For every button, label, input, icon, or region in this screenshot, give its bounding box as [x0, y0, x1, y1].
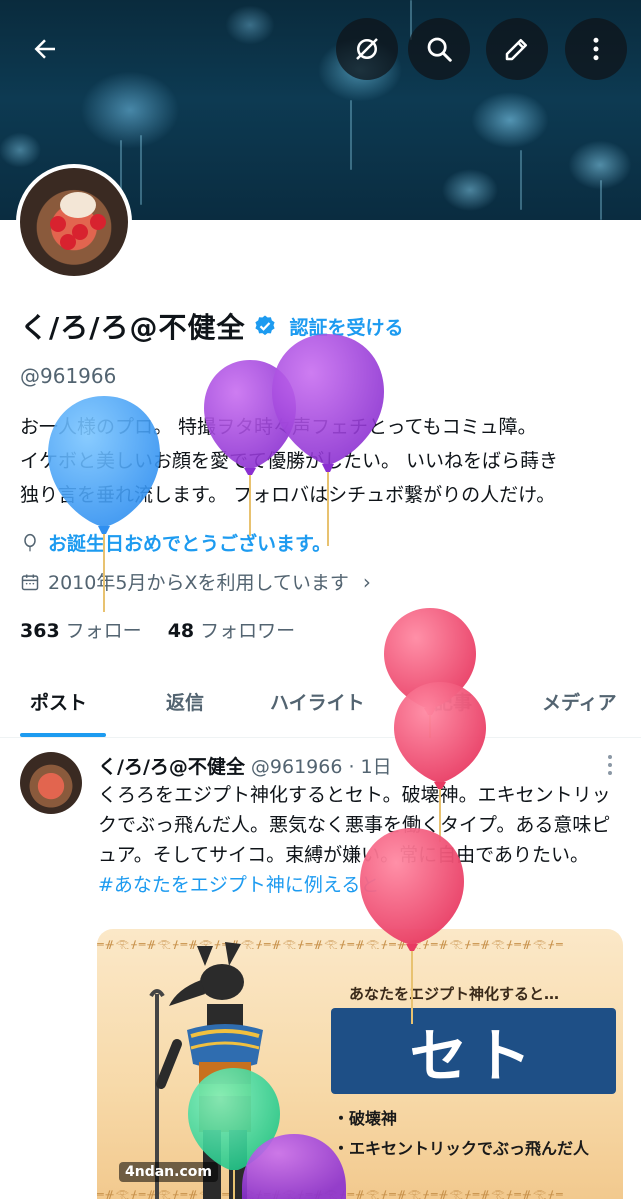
set-deity-illustration [149, 942, 263, 1199]
birthday-row: お誕生日おめでとうございます。 [20, 529, 331, 556]
post-more-icon[interactable] [602, 752, 618, 778]
post-text: くろろをエジプト神化するとセト。破壊神。エキセントリックでぶっ飛んだ人。悪気なく… [98, 780, 623, 900]
followers-label: フォロワー [200, 620, 296, 642]
media-title: セト [409, 1022, 538, 1090]
calendar-icon [21, 574, 39, 590]
get-verified-link[interactable]: 認証を受ける [289, 313, 403, 340]
post-avatar[interactable] [20, 752, 82, 814]
bio-line: イケボと美しいお顔を愛でて優勝がしたい。 いいねをばら蒔き [20, 450, 559, 472]
media-bullet: ・エキセントリックでぶっ飛んだ人 [333, 1139, 590, 1158]
chevron-right-icon: › [362, 569, 371, 594]
media-bullet: ・破壊神 [333, 1109, 398, 1128]
media-watermark: 4ndan.com [119, 1162, 218, 1182]
tab-media[interactable]: メディア [542, 688, 617, 715]
followers-count: 48 [167, 620, 195, 642]
active-tab-indicator [20, 733, 106, 737]
post-media-image[interactable]: ═ᚌ𓂀ᚋ═ᚌ𓂀ᚋ═ᚌ𓂀ᚋ═ᚌ𓂀ᚋ═ᚌ𓂀ᚋ═ᚌ𓂀ᚋ═ᚌ𓂀ᚋ═ᚌ𓂀ᚋ═ᚌ𓂀ᚋ═ᚌ𓂀ᚋ… [97, 929, 623, 1199]
grok-button[interactable] [336, 18, 398, 80]
following-count: 363 [20, 620, 60, 642]
following-link[interactable]: 363 フォロー [20, 616, 142, 643]
media-title-box: セト [331, 1008, 616, 1094]
joined-row[interactable]: 2010年5月からXを利用しています › [20, 568, 371, 595]
back-button[interactable] [14, 18, 76, 80]
search-button[interactable] [408, 18, 470, 80]
bio-line: 独り言を垂れ流します。 フォロバはシチュボ繋がりの人だけ。 [20, 484, 556, 506]
balloon-icon [24, 533, 36, 551]
more-vertical-icon [593, 37, 599, 61]
search-icon [427, 37, 452, 62]
verified-badge-icon [255, 315, 276, 336]
followers-link[interactable]: 48 フォロワー [168, 616, 295, 643]
post-author-name[interactable]: く/ろ/ろ@不健全 [98, 756, 245, 778]
profile-handle: @961966 [20, 364, 117, 388]
bio-line: お一人様のプロ。 特撮ヲタ時々声フェチとってもコミュ障。 [20, 416, 537, 438]
profile-tabs: ポスト 返信 ハイライト 記事 メディア [0, 672, 641, 738]
display-name: く/ろ/ろ@不健全 [20, 311, 246, 344]
tab-posts[interactable]: ポスト [30, 688, 87, 715]
tab-articles[interactable]: 記事 [434, 688, 472, 715]
grok-icon [356, 38, 378, 60]
post-handle-time: @961966 · 1日 [250, 756, 392, 778]
follow-stats: 363 フォロー 48 フォロワー [20, 616, 295, 643]
edit-profile-button[interactable] [486, 18, 548, 80]
birthday-text: お誕生日おめでとうございます。 [48, 533, 332, 555]
edit-icon [505, 39, 527, 61]
profile-avatar[interactable] [16, 164, 132, 280]
post-body: くろろをエジプト神化するとセト。破壊神。エキセントリックでぶっ飛んだ人。悪気なく… [98, 784, 611, 866]
post-hashtag[interactable]: #あなたをエジプト神に例えると [98, 870, 623, 900]
joined-text: 2010年5月からXを利用しています [48, 572, 349, 594]
name-row: く/ろ/ろ@不健全 認証を受ける [20, 306, 403, 346]
profile-bio: お一人様のプロ。 特撮ヲタ時々声フェチとってもコミュ障。 イケボと美しいお顔を愛… [20, 410, 620, 512]
post-header: く/ろ/ろ@不健全 @961966 · 1日 [98, 752, 392, 779]
media-subtitle: あなたをエジプト神化すると… [349, 985, 560, 1003]
tab-replies[interactable]: 返信 [166, 688, 204, 715]
tab-highlights[interactable]: ハイライト [270, 688, 365, 715]
arrow-left-icon [34, 39, 55, 59]
following-label: フォロー [65, 620, 142, 642]
more-button[interactable] [565, 18, 627, 80]
